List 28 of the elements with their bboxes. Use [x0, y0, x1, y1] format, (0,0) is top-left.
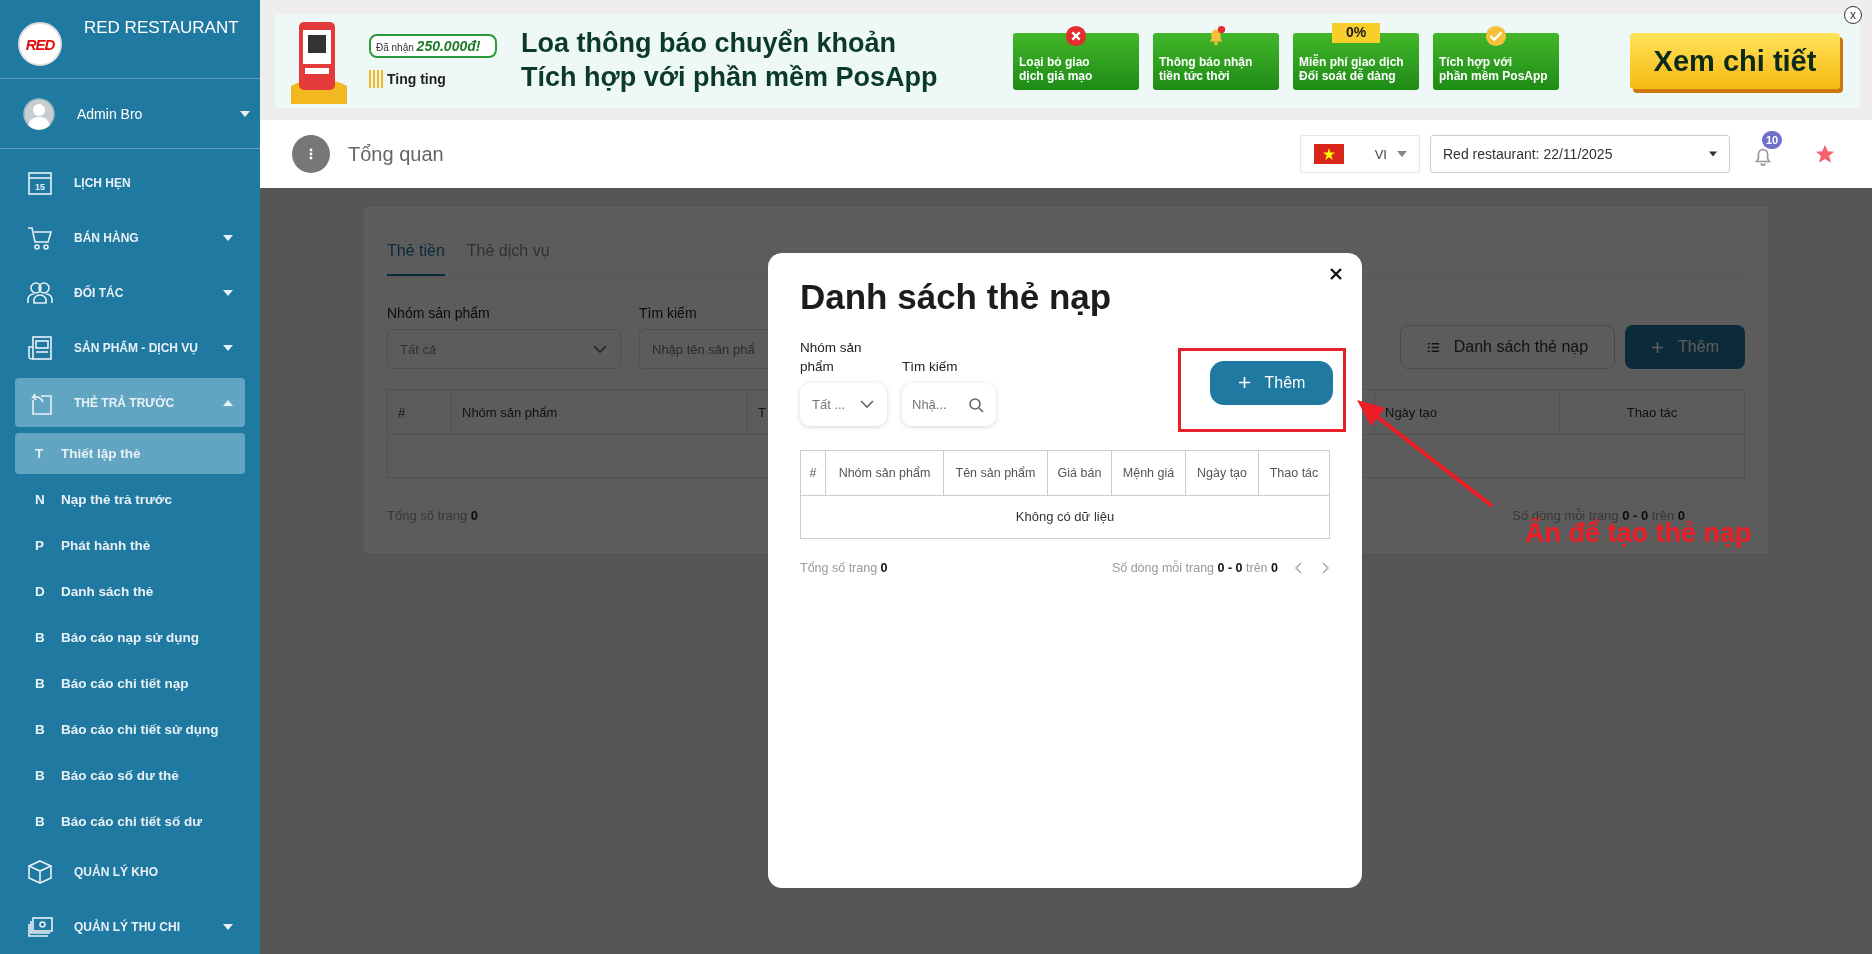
column-header: Ngày tạo: [1186, 450, 1259, 495]
modal-title: Danh sách thẻ nạp: [800, 277, 1113, 317]
ad-headline: Tích hợp với phần mềm PosApp: [521, 61, 939, 94]
calendar-icon: 15: [27, 169, 53, 196]
column-header: #: [388, 390, 452, 434]
filter-label: Tìm kiếm: [639, 305, 698, 321]
ad-headline: Loa thông báo chuyển khoản: [521, 27, 897, 61]
brand-name: RED RESTAURANT: [84, 18, 239, 38]
logo: RED: [18, 22, 62, 66]
column-header: Giá bán: [1048, 450, 1112, 495]
page-title: Tổng quan: [348, 142, 445, 166]
column-header: Nhóm sản phẩm: [826, 450, 944, 495]
column-header: Tên sản phẩm: [944, 450, 1048, 495]
page-total: Tổng số trang 0: [800, 560, 888, 575]
column-header: Nhóm sản phẩm: [452, 390, 748, 434]
notification-badge: 10: [1762, 131, 1783, 149]
column-header: Mệnh giá: [1112, 450, 1186, 495]
column-header: Thao tác: [1625, 403, 1679, 422]
filter-label: Tìm kiếm: [902, 357, 959, 376]
rows-per-page: Số dòng mỗi trang 0 - 0 trên 0: [1111, 560, 1278, 575]
filter-label: Nhóm sản phẩm: [387, 305, 491, 321]
promo-pill: Đã nhận 250.000đ!: [369, 34, 497, 58]
column-header: #: [801, 450, 826, 495]
discount-tag: 0%: [1332, 22, 1380, 43]
ting-brand: Ting ting: [387, 71, 446, 87]
empty-message: Không có dữ liệu: [1015, 509, 1115, 525]
column-header: Thao tác: [1268, 464, 1320, 482]
filter-label: Nhóm sản phẩm: [800, 339, 863, 376]
